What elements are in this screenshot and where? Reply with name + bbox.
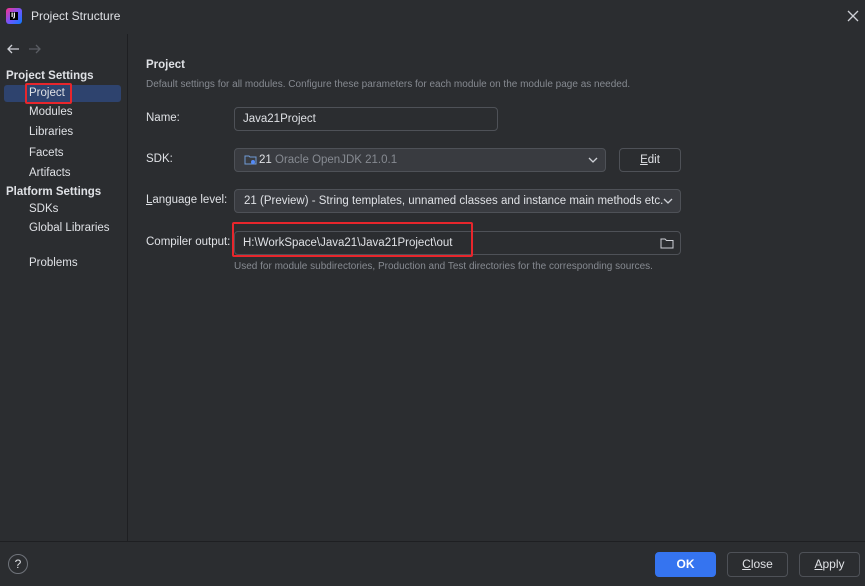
folder-icon[interactable] <box>660 237 674 249</box>
apply-label-rest: pply <box>822 557 845 571</box>
sidebar-item-problems[interactable]: Problems <box>4 255 121 272</box>
apply-mnemonic: A <box>814 557 823 571</box>
sidebar-item-artifacts[interactable]: Artifacts <box>4 165 121 182</box>
language-level-label: Language level: <box>146 194 227 206</box>
ok-button[interactable]: OK <box>655 552 716 577</box>
edit-label-rest: dit <box>647 154 660 166</box>
sidebar-item-sdks[interactable]: SDKs <box>4 201 121 218</box>
edit-sdk-button[interactable]: Edit <box>619 148 681 172</box>
section-description: Default settings for all modules. Config… <box>146 79 631 90</box>
window-title: Project Structure <box>31 9 121 23</box>
compiler-output-hint: Used for module subdirectories, Producti… <box>234 261 653 272</box>
group-project-settings: Project Settings <box>6 70 94 82</box>
name-input[interactable]: Java21Project <box>234 107 498 131</box>
sdk-folder-icon <box>244 155 257 165</box>
back-arrow-icon[interactable] <box>6 43 20 55</box>
language-level-label-rest: anguage level: <box>152 194 228 206</box>
chevron-down-icon <box>663 198 673 204</box>
edit-mnemonic: E <box>640 154 648 166</box>
annotation-highlight-compiler-output <box>232 222 473 257</box>
close-button[interactable]: Close <box>727 552 788 577</box>
forward-arrow-icon[interactable] <box>28 43 42 55</box>
chevron-down-icon <box>588 157 598 163</box>
title-bar: IJ Project Structure <box>0 0 865 34</box>
language-level-select[interactable]: 21 (Preview) - String templates, unnamed… <box>234 189 681 213</box>
intellij-logo-icon: IJ <box>6 8 22 24</box>
annotation-highlight-project <box>25 83 72 104</box>
close-label-rest: lose <box>750 557 773 571</box>
sdk-version: 21 <box>259 154 272 166</box>
sdk-select[interactable]: 21 Oracle OpenJDK 21.0.1 <box>234 148 606 172</box>
sidebar-item-modules[interactable]: Modules <box>4 104 121 121</box>
close-icon[interactable] <box>845 8 861 24</box>
sidebar-item-libraries[interactable]: Libraries <box>4 124 121 141</box>
sdk-label: SDK: <box>146 153 173 165</box>
apply-button[interactable]: Apply <box>799 552 860 577</box>
close-mnemonic: C <box>742 557 751 571</box>
group-platform-settings: Platform Settings <box>6 186 102 198</box>
sdk-name: Oracle OpenJDK 21.0.1 <box>275 154 398 166</box>
compiler-output-label: Compiler output: <box>146 236 231 248</box>
section-title: Project <box>146 59 185 71</box>
dialog-footer: ? OK Close Apply <box>0 541 865 586</box>
sidebar: Project Settings Project Modules Librari… <box>0 34 128 541</box>
help-icon[interactable]: ? <box>8 554 28 574</box>
name-label: Name: <box>146 112 180 124</box>
sidebar-item-global-libraries[interactable]: Global Libraries <box>4 220 121 237</box>
sidebar-item-facets[interactable]: Facets <box>4 145 121 162</box>
language-level-value: 21 (Preview) - String templates, unnamed… <box>244 195 664 207</box>
main-panel: Project Default settings for all modules… <box>129 34 865 541</box>
